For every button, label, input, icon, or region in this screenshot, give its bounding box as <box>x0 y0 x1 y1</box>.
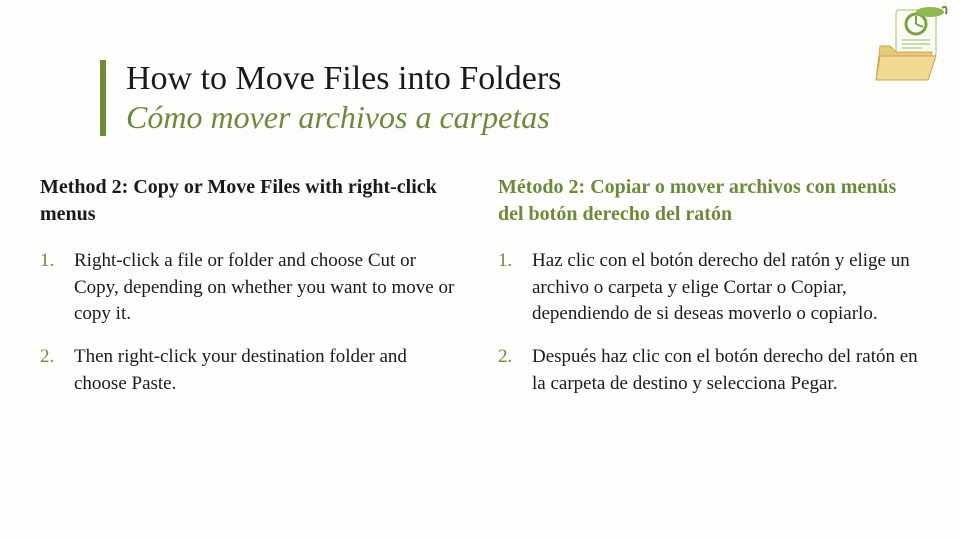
method-heading-es: Método 2: Copiar o mover archivos con me… <box>498 174 920 228</box>
slide: How to Move Files into Folders Cómo move… <box>0 0 960 540</box>
list-item: Then right-click your destination folder… <box>40 344 462 397</box>
column-spanish: Método 2: Copiar o mover archivos con me… <box>498 174 920 413</box>
list-item: Después haz clic con el botón derecho de… <box>498 344 920 397</box>
page-title-es: Cómo mover archivos a carpetas <box>126 99 920 136</box>
steps-list-es: Haz clic con el botón derecho del ratón … <box>498 248 920 397</box>
method-heading-en: Method 2: Copy or Move Files with right-… <box>40 174 462 228</box>
folder-document-icon <box>866 6 952 84</box>
list-item: Haz clic con el botón derecho del ratón … <box>498 248 920 328</box>
steps-list-en: Right-click a file or folder and choose … <box>40 248 462 397</box>
content-columns: Method 2: Copy or Move Files with right-… <box>40 174 920 413</box>
list-item: Right-click a file or folder and choose … <box>40 248 462 328</box>
column-english: Method 2: Copy or Move Files with right-… <box>40 174 462 413</box>
title-block: How to Move Files into Folders Cómo move… <box>100 60 920 136</box>
page-title-en: How to Move Files into Folders <box>126 60 920 97</box>
